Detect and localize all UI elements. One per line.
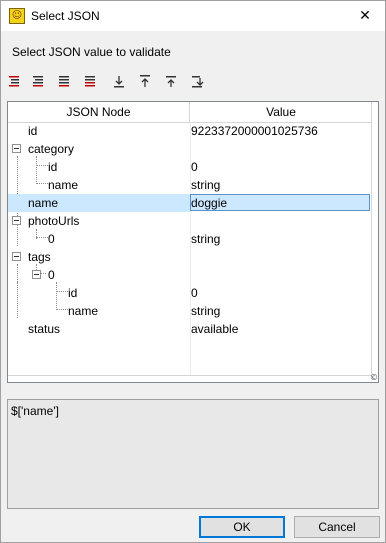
tree-node-label: 0 <box>48 268 55 282</box>
app-icon: ☺ <box>9 8 25 24</box>
tree-node-label: tags <box>28 250 51 264</box>
title-bar: ☺ Select JSON ✕ <box>1 1 385 31</box>
window-title: Select JSON <box>31 9 100 23</box>
dialog-subtitle: Select JSON value to validate <box>12 45 171 59</box>
move-up-button[interactable] <box>163 73 179 89</box>
tree-node-value: 9223372000001025736 <box>191 124 318 138</box>
tree-node-label: id <box>68 286 78 300</box>
collapse-button[interactable] <box>57 73 73 89</box>
tree-toolbar <box>5 71 225 91</box>
move-top-button[interactable] <box>137 73 153 89</box>
tree-node-value: available <box>191 322 239 336</box>
move-down-icon <box>192 76 204 88</box>
expand-all-icon <box>9 76 19 87</box>
move-top-icon <box>140 75 150 87</box>
tree-row[interactable]: name string <box>8 302 372 320</box>
tree-node-label: 0 <box>48 232 55 246</box>
json-tree[interactable]: JSON Node Value id 9223372000001025736 c… <box>7 101 379 383</box>
tree-node-label: photoUrls <box>28 214 80 228</box>
tree-node-label: id <box>48 160 58 174</box>
expand-icon <box>33 76 43 87</box>
tree-row[interactable]: id 0 <box>8 284 372 302</box>
collapse-all-icon <box>85 76 95 87</box>
tree-row[interactable]: 0 string <box>8 230 372 248</box>
collapse-toggle-icon[interactable] <box>32 270 41 279</box>
tree-node-label: name <box>48 178 79 192</box>
horizontal-scrollbar[interactable] <box>8 375 372 382</box>
collapse-all-button[interactable] <box>83 73 99 89</box>
move-bottom-icon <box>114 76 124 88</box>
tree-node-value: string <box>191 178 221 192</box>
collapse-toggle-icon[interactable] <box>12 216 21 225</box>
tree-row[interactable]: name string <box>8 176 372 194</box>
tree-row[interactable]: 0 <box>8 266 372 284</box>
tree-node-label: name <box>28 196 59 210</box>
tree-row[interactable]: category <box>8 140 372 158</box>
tree-row[interactable]: id 9223372000001025736 <box>8 122 372 140</box>
tree-node-value: 0 <box>191 160 198 174</box>
tree-node-label: category <box>28 142 75 156</box>
collapse-toggle-icon[interactable] <box>12 144 21 153</box>
tree-node-value: string <box>191 232 221 246</box>
tree-node-label: name <box>68 304 99 318</box>
tree-node-value: string <box>191 304 221 318</box>
tree-row[interactable]: id 0 <box>8 158 372 176</box>
move-up-icon <box>166 76 176 87</box>
tree-row[interactable]: photoUrls <box>8 212 372 230</box>
tree-row[interactable]: tags <box>8 248 372 266</box>
expand-button[interactable] <box>31 73 47 89</box>
collapse-toggle-icon[interactable] <box>12 252 21 261</box>
close-button[interactable]: ✕ <box>353 5 377 27</box>
tree-row-selected[interactable]: name doggie <box>8 194 372 212</box>
close-icon: ✕ <box>359 8 371 24</box>
column-header-value[interactable]: Value <box>190 102 372 122</box>
tree-header: JSON Node Value <box>8 102 372 123</box>
vertical-scrollbar[interactable] <box>371 102 378 382</box>
cancel-button[interactable]: Cancel <box>294 516 380 538</box>
ok-button[interactable]: OK <box>199 516 285 538</box>
select-json-dialog: ☺ Select JSON ✕ Select JSON value to val… <box>0 0 386 543</box>
tree-node-label: status <box>28 322 61 336</box>
json-path-output: $['name'] <box>7 399 379 509</box>
expand-all-button[interactable] <box>7 73 23 89</box>
tree-node-value: 0 <box>191 286 198 300</box>
collapse-icon <box>59 76 69 87</box>
move-bottom-button[interactable] <box>111 73 127 89</box>
tree-node-label: id <box>28 124 38 138</box>
json-path-text: $['name'] <box>11 404 59 418</box>
move-down-button[interactable] <box>189 73 205 89</box>
tree-node-value: doggie <box>191 196 228 210</box>
column-header-json-node[interactable]: JSON Node <box>8 102 190 122</box>
tree-row[interactable]: status available <box>8 320 372 338</box>
resize-corner-icon: © <box>370 373 378 382</box>
